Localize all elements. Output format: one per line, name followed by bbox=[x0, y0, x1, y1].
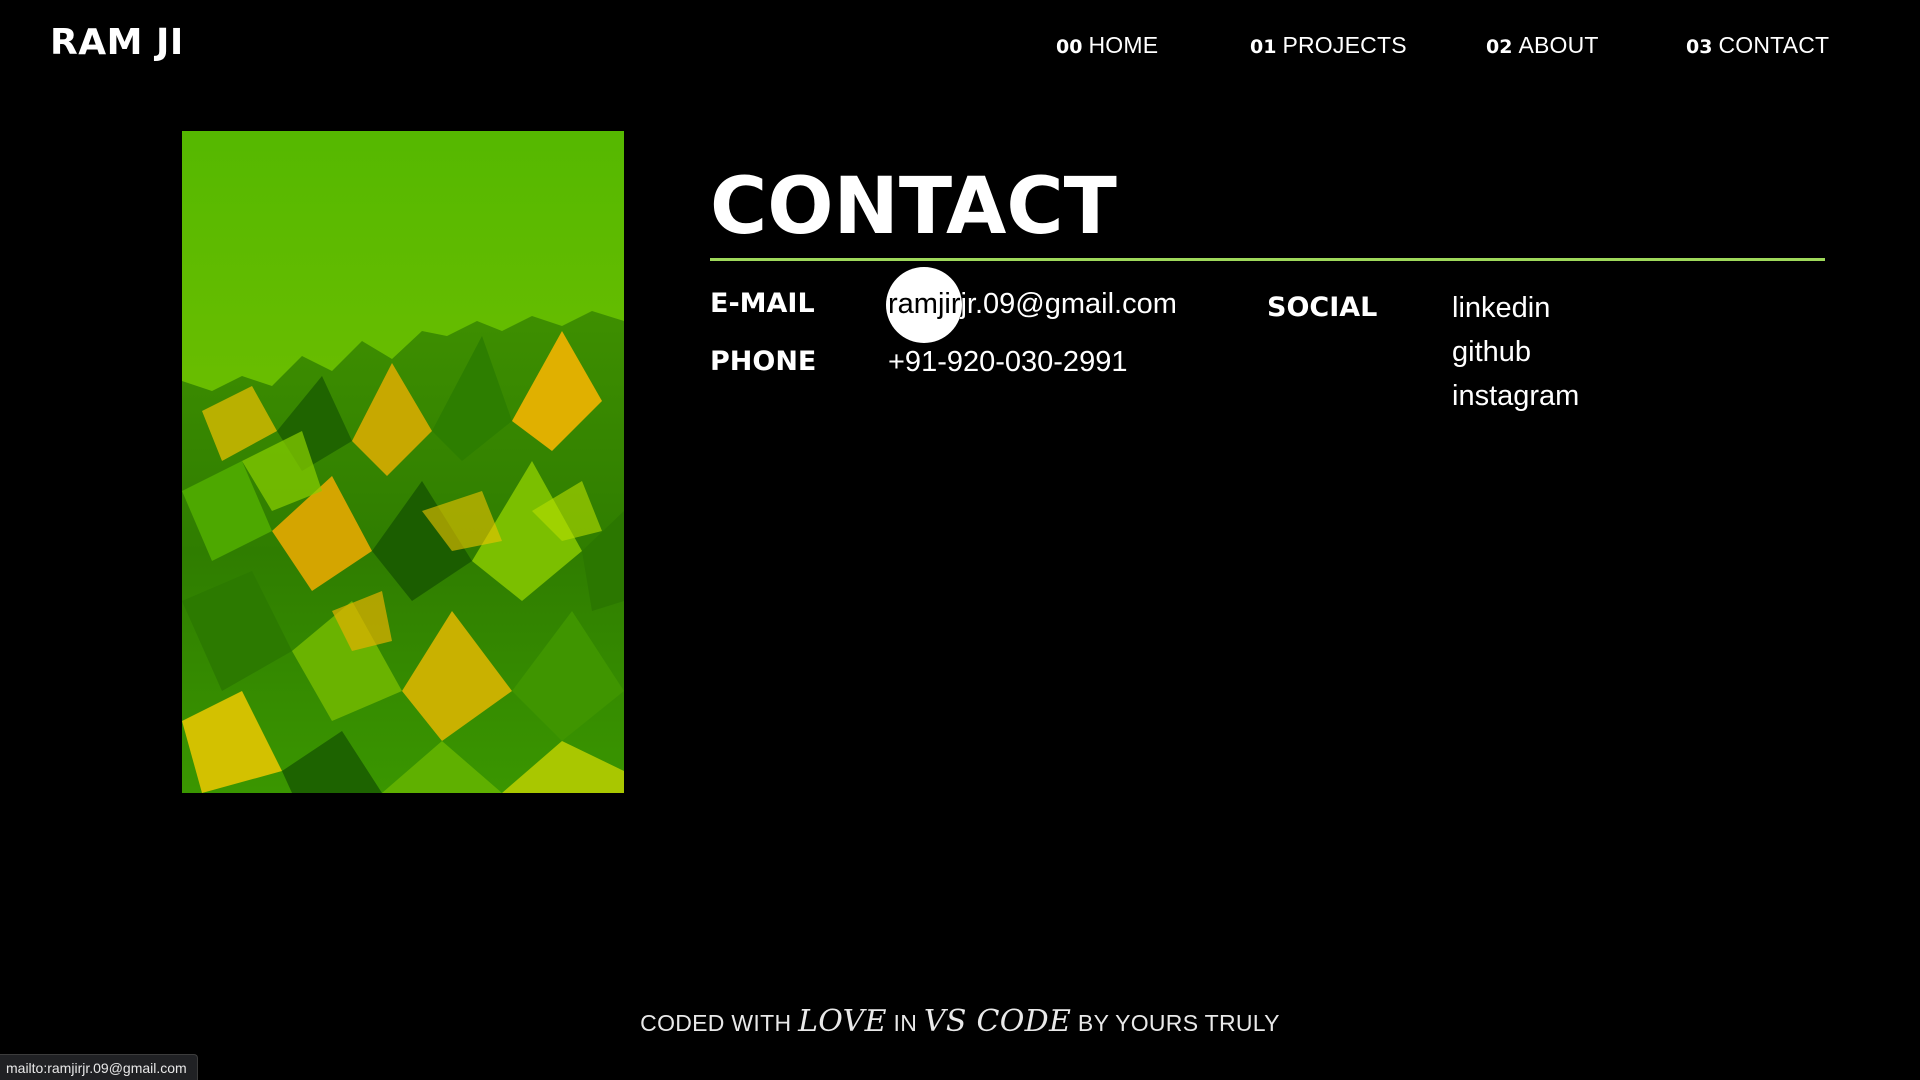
green-foil-image bbox=[182, 131, 624, 793]
instagram-link[interactable]: instagram bbox=[1452, 378, 1579, 414]
title-divider bbox=[710, 258, 1825, 261]
footer: CODED WITH LOVE IN VS CODE BY YOURS TRUL… bbox=[0, 1004, 1920, 1039]
phone-link[interactable]: +91-920-030-2991 bbox=[888, 346, 1127, 379]
nav-projects-label: PROJECTS bbox=[1282, 32, 1407, 58]
nav-about-number: 02 bbox=[1486, 36, 1513, 58]
email-label: E-MAIL bbox=[710, 288, 815, 319]
footer-vscode: VS CODE bbox=[923, 1004, 1072, 1039]
nav-home-link[interactable]: 00 HOME bbox=[1056, 32, 1158, 59]
email-link[interactable]: ramjirjr.09@gmail.com bbox=[888, 288, 1177, 321]
github-link[interactable]: github bbox=[1452, 334, 1579, 370]
site-logo[interactable]: RAM JI bbox=[50, 22, 184, 63]
nav-projects-number: 01 bbox=[1250, 36, 1277, 58]
nav-contact-number: 03 bbox=[1686, 36, 1713, 58]
nav-home-label: HOME bbox=[1088, 32, 1159, 58]
page: RAM JI 00 HOME 01 PROJECTS 02 ABOUT 03 C… bbox=[0, 0, 1920, 1080]
social-links: linkedin github instagram bbox=[1452, 290, 1579, 414]
nav-about-label: ABOUT bbox=[1518, 32, 1599, 58]
footer-text-coded-with: CODED WITH bbox=[640, 1010, 792, 1036]
nav-home-number: 00 bbox=[1056, 36, 1083, 58]
social-label: SOCIAL bbox=[1267, 292, 1378, 323]
footer-text-in: IN bbox=[893, 1010, 918, 1036]
footer-text-by-yours-truly: BY YOURS TRULY bbox=[1077, 1010, 1280, 1036]
nav-contact-label: CONTACT bbox=[1718, 32, 1830, 58]
nav-contact-link[interactable]: 03 CONTACT bbox=[1686, 32, 1829, 59]
nav-projects-link[interactable]: 01 PROJECTS bbox=[1250, 32, 1407, 59]
phone-label: PHONE bbox=[710, 346, 817, 377]
status-bar-url: mailto:ramjirjr.09@gmail.com bbox=[0, 1054, 198, 1080]
contact-title: CONTACT bbox=[710, 162, 1117, 252]
footer-love: LOVE bbox=[798, 1004, 887, 1039]
linkedin-link[interactable]: linkedin bbox=[1452, 290, 1579, 326]
nav-about-link[interactable]: 02 ABOUT bbox=[1486, 32, 1599, 59]
